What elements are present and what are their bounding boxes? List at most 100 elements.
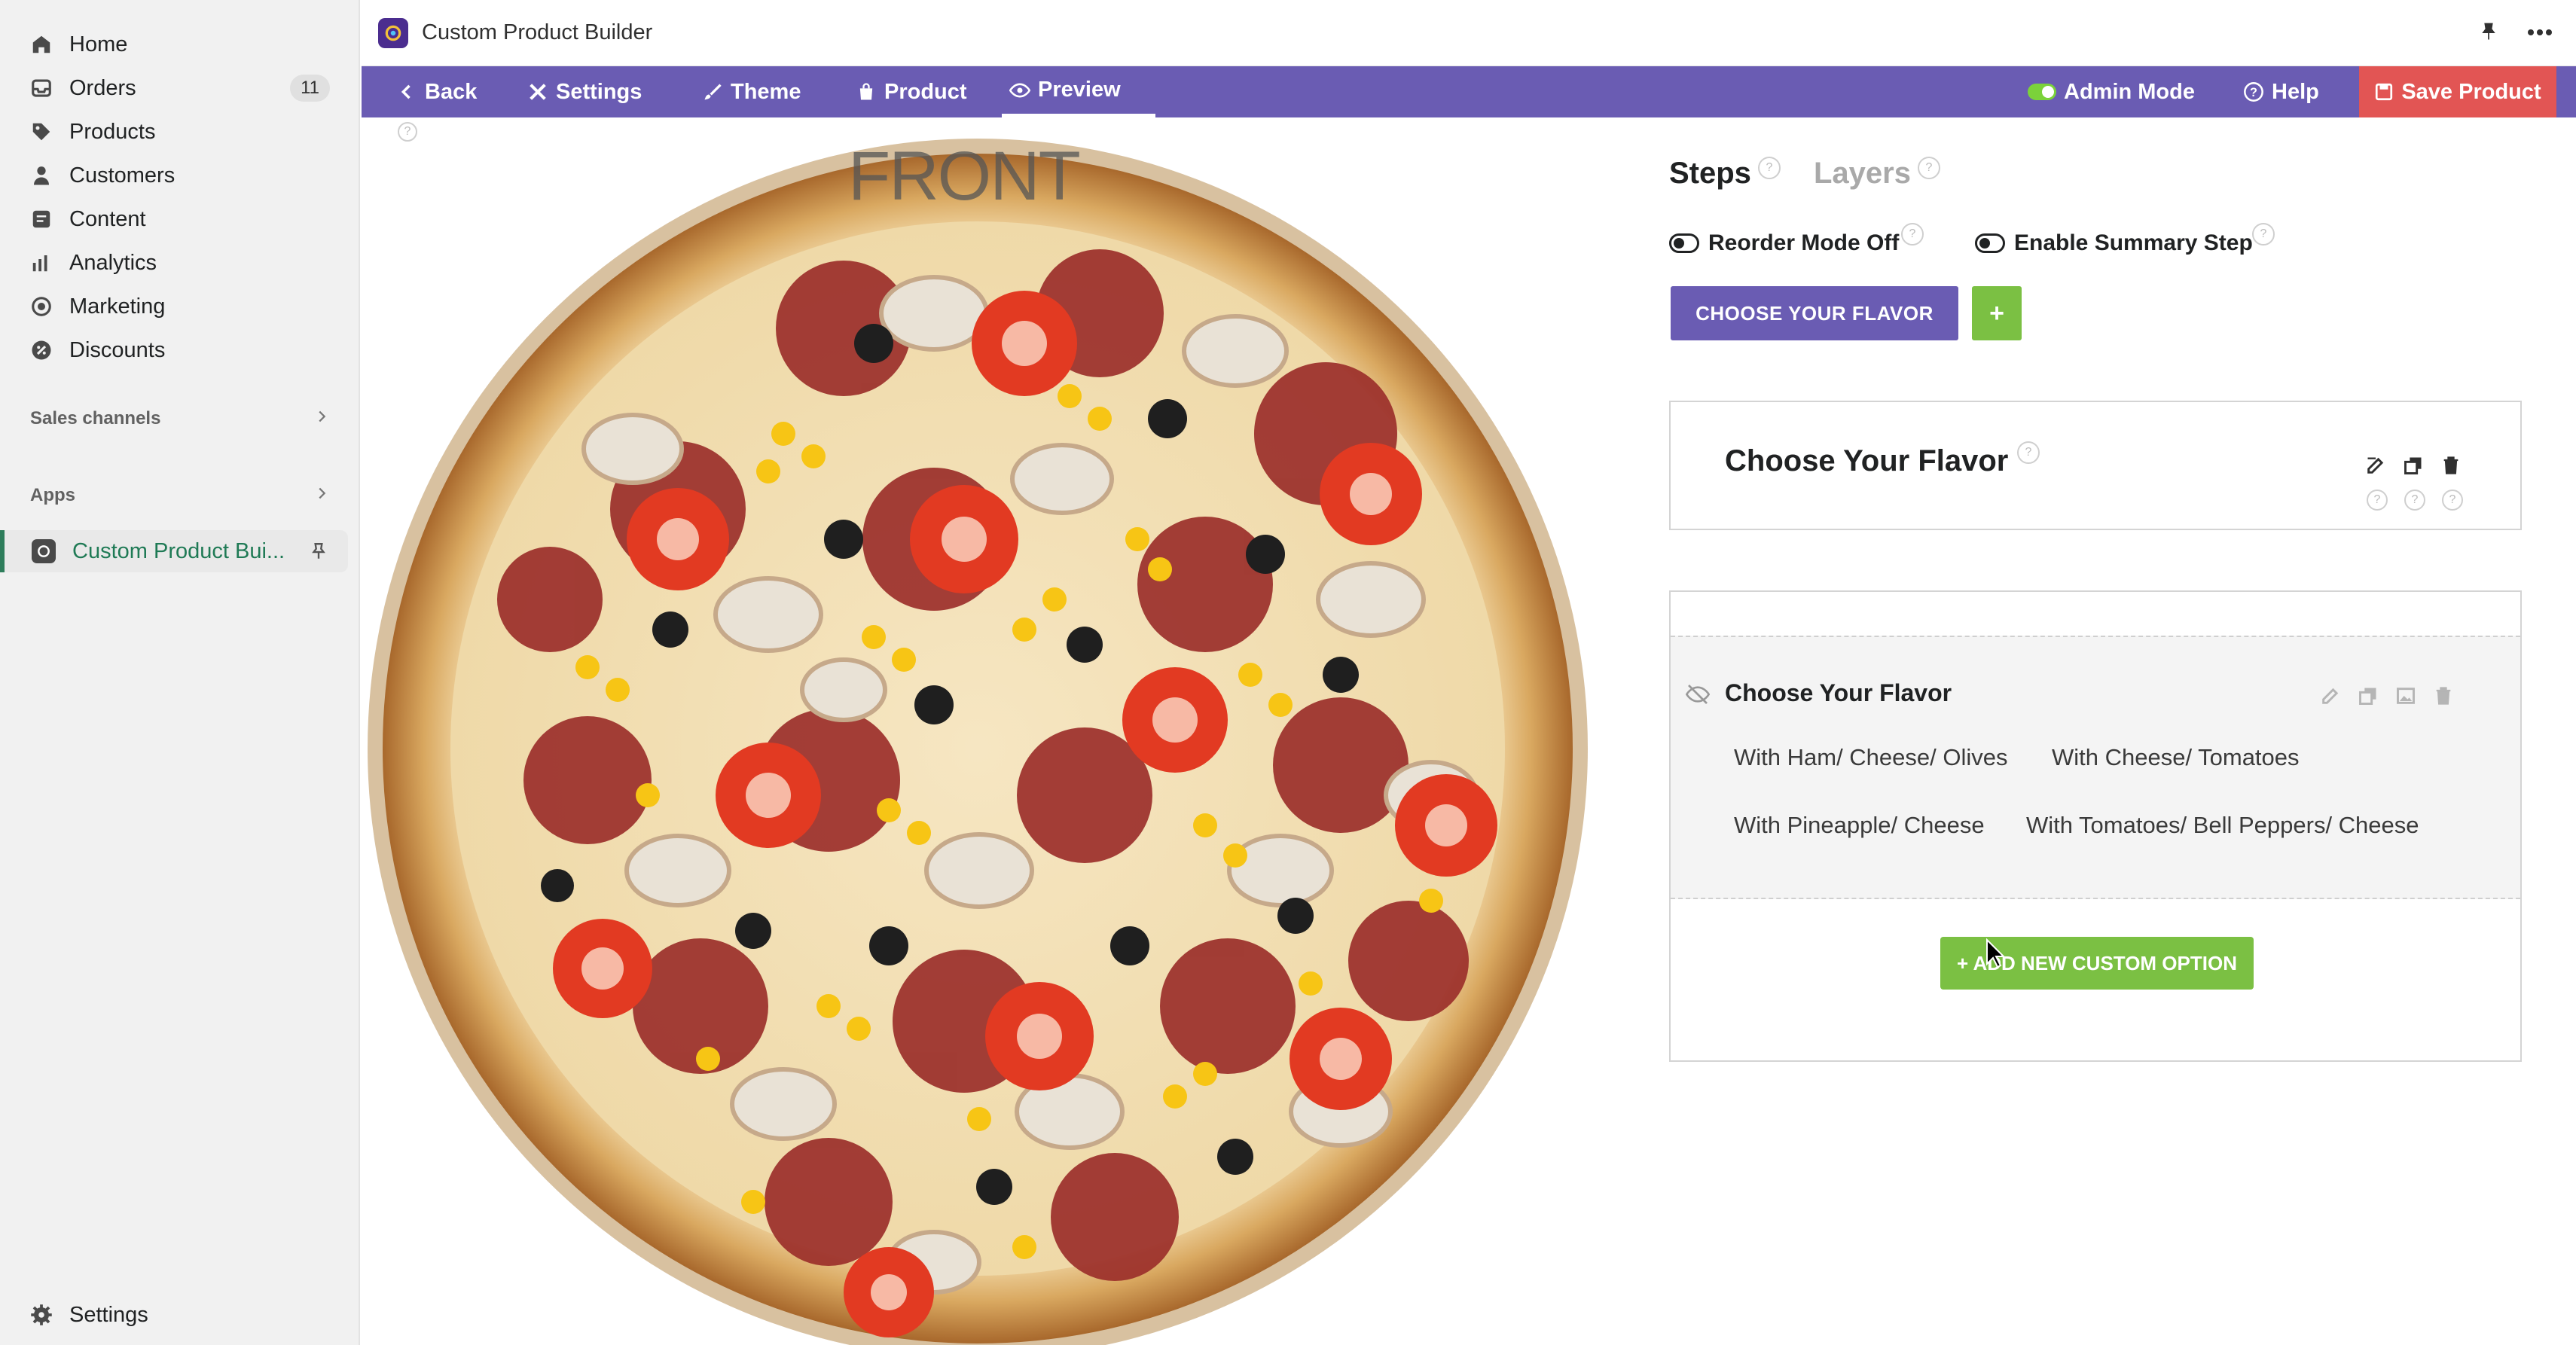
step-card-title: Choose Your Flavor	[1725, 444, 2009, 477]
content-icon	[30, 208, 53, 230]
sidebar: Home Orders 11 Products Customers Conten…	[0, 0, 360, 1345]
sidebar-item-analytics[interactable]: Analytics	[30, 242, 330, 284]
pin-icon[interactable]	[2478, 20, 2499, 47]
add-step-button[interactable]: +	[1972, 286, 2022, 340]
option-group: Choose Your Flavor With Ham/ Cheese/ Oli…	[1671, 636, 2520, 899]
orders-count-badge: 11	[290, 75, 330, 102]
sidebar-item-label: Home	[69, 32, 128, 56]
help-icon[interactable]: ?	[1901, 223, 1924, 246]
trash-icon[interactable]	[2433, 685, 2454, 710]
pin-icon[interactable]	[309, 541, 328, 562]
eye-icon	[1009, 83, 1030, 97]
sidebar-item-custom-product-builder[interactable]: Custom Product Bui...	[0, 530, 348, 572]
app-icon	[378, 17, 408, 48]
image-icon[interactable]	[2395, 685, 2416, 710]
settings-tab[interactable]: Settings	[527, 66, 642, 117]
sidebar-item-label: Custom Product Bui...	[72, 538, 285, 563]
back-button[interactable]: Back	[396, 66, 477, 117]
option-item[interactable]: With Pineapple/ Cheese	[1734, 812, 1985, 839]
sidebar-item-products[interactable]: Products	[30, 111, 330, 153]
bag-icon	[859, 83, 873, 100]
sidebar-item-discounts[interactable]: Discounts	[30, 329, 330, 371]
help-icon[interactable]: ?	[2404, 490, 2425, 511]
sidebar-item-home[interactable]: Home	[30, 23, 330, 66]
help-circle-icon: ?	[2244, 82, 2263, 102]
trash-icon[interactable]	[2440, 455, 2462, 480]
reorder-mode-toggle[interactable]: Reorder Mode Off	[1669, 230, 1899, 256]
settings-label: Settings	[556, 79, 642, 104]
option-item[interactable]: With Ham/ Cheese/ Olives	[1734, 744, 2008, 771]
theme-tab[interactable]: Theme	[702, 66, 801, 117]
edit-icon[interactable]	[2320, 685, 2341, 710]
product-tab[interactable]: Product	[856, 66, 967, 117]
help-icon[interactable]: ?	[2367, 490, 2388, 511]
option-item[interactable]: With Tomatoes/ Bell Peppers/ Cheese	[2026, 812, 2419, 839]
marketing-icon	[30, 295, 53, 318]
sidebar-item-label: Discounts	[69, 337, 166, 362]
section-label: Sales channels	[30, 408, 161, 429]
section-label: Apps	[30, 485, 75, 505]
tab-layers[interactable]: Layers	[1814, 157, 1911, 191]
pizza-image	[368, 139, 1588, 1345]
sidebar-item-label: Settings	[69, 1302, 148, 1327]
option-group-card: Choose Your Flavor With Ham/ Cheese/ Oli…	[1669, 590, 2522, 1062]
help-label: Help	[2272, 79, 2319, 104]
help-icon[interactable]: ?	[1918, 157, 1940, 179]
more-options-icon[interactable]	[2526, 27, 2553, 41]
apps-section[interactable]: Apps	[30, 482, 330, 509]
toggle-switch	[2028, 84, 2056, 100]
option-group-title: Choose Your Flavor	[1725, 679, 1952, 706]
step-choose-your-flavor-button[interactable]: CHOOSE YOUR FLAVOR	[1671, 286, 1958, 340]
app-title: Custom Product Builder	[422, 20, 653, 44]
admin-mode-toggle[interactable]: Admin Mode	[2028, 66, 2195, 117]
preview-label: Preview	[1038, 78, 1121, 102]
tools-icon	[530, 84, 546, 100]
canvas-view-label: FRONT	[848, 138, 1081, 215]
sidebar-item-marketing[interactable]: Marketing	[30, 285, 330, 328]
sidebar-item-settings[interactable]: Settings	[30, 1294, 330, 1336]
help-icon[interactable]: ?	[2442, 490, 2463, 511]
tab-steps[interactable]: Steps	[1669, 157, 1751, 191]
svg-text:?: ?	[2250, 86, 2257, 99]
save-icon	[2376, 83, 2393, 101]
brush-icon	[704, 84, 722, 100]
product-preview-canvas: ? FRONT	[362, 117, 1627, 1345]
admin-mode-label: Admin Mode	[2064, 79, 2195, 104]
mouse-cursor-icon	[1986, 938, 2006, 968]
help-icon[interactable]: ?	[2017, 441, 2040, 464]
sidebar-item-label: Analytics	[69, 250, 157, 275]
back-label: Back	[425, 79, 478, 104]
discount-icon	[30, 339, 53, 361]
duplicate-icon[interactable]	[2403, 455, 2424, 480]
builder-menubar: Back Settings Theme Product Preview Admi…	[362, 66, 2576, 117]
save-label: Save Product	[2401, 79, 2541, 104]
orders-icon	[30, 77, 53, 99]
preview-tab[interactable]: Preview	[1002, 66, 1155, 117]
sidebar-item-label: Orders	[69, 75, 136, 100]
toggle-switch	[1669, 233, 1699, 253]
help-icon[interactable]: ?	[398, 122, 417, 142]
sidebar-item-orders[interactable]: Orders 11	[30, 67, 330, 109]
tag-icon	[30, 120, 53, 143]
sidebar-item-customers[interactable]: Customers	[30, 154, 330, 197]
product-label: Product	[884, 79, 967, 104]
sales-channels-section[interactable]: Sales channels	[30, 405, 330, 432]
reorder-mode-label: Reorder Mode Off	[1708, 230, 1900, 255]
toggle-switch	[1975, 233, 2005, 253]
step-card: Choose Your Flavor ? ? ? ?	[1669, 401, 2522, 530]
hidden-eye-icon[interactable]	[1685, 682, 1711, 710]
summary-step-toggle[interactable]: Enable Summary Step	[1975, 230, 2253, 256]
help-icon[interactable]: ?	[2252, 223, 2275, 246]
sidebar-item-label: Marketing	[69, 294, 166, 319]
app-icon	[32, 539, 56, 563]
sidebar-item-content[interactable]: Content	[30, 198, 330, 240]
duplicate-icon[interactable]	[2358, 685, 2379, 710]
help-button[interactable]: ? Help	[2243, 66, 2319, 117]
option-item[interactable]: With Cheese/ Tomatoes	[2052, 744, 2300, 771]
person-icon	[30, 164, 53, 187]
save-product-button[interactable]: Save Product	[2359, 66, 2556, 117]
sidebar-item-label: Products	[69, 119, 156, 144]
sidebar-item-label: Customers	[69, 163, 175, 188]
help-icon[interactable]: ?	[1758, 157, 1781, 179]
edit-icon[interactable]	[2365, 455, 2386, 480]
